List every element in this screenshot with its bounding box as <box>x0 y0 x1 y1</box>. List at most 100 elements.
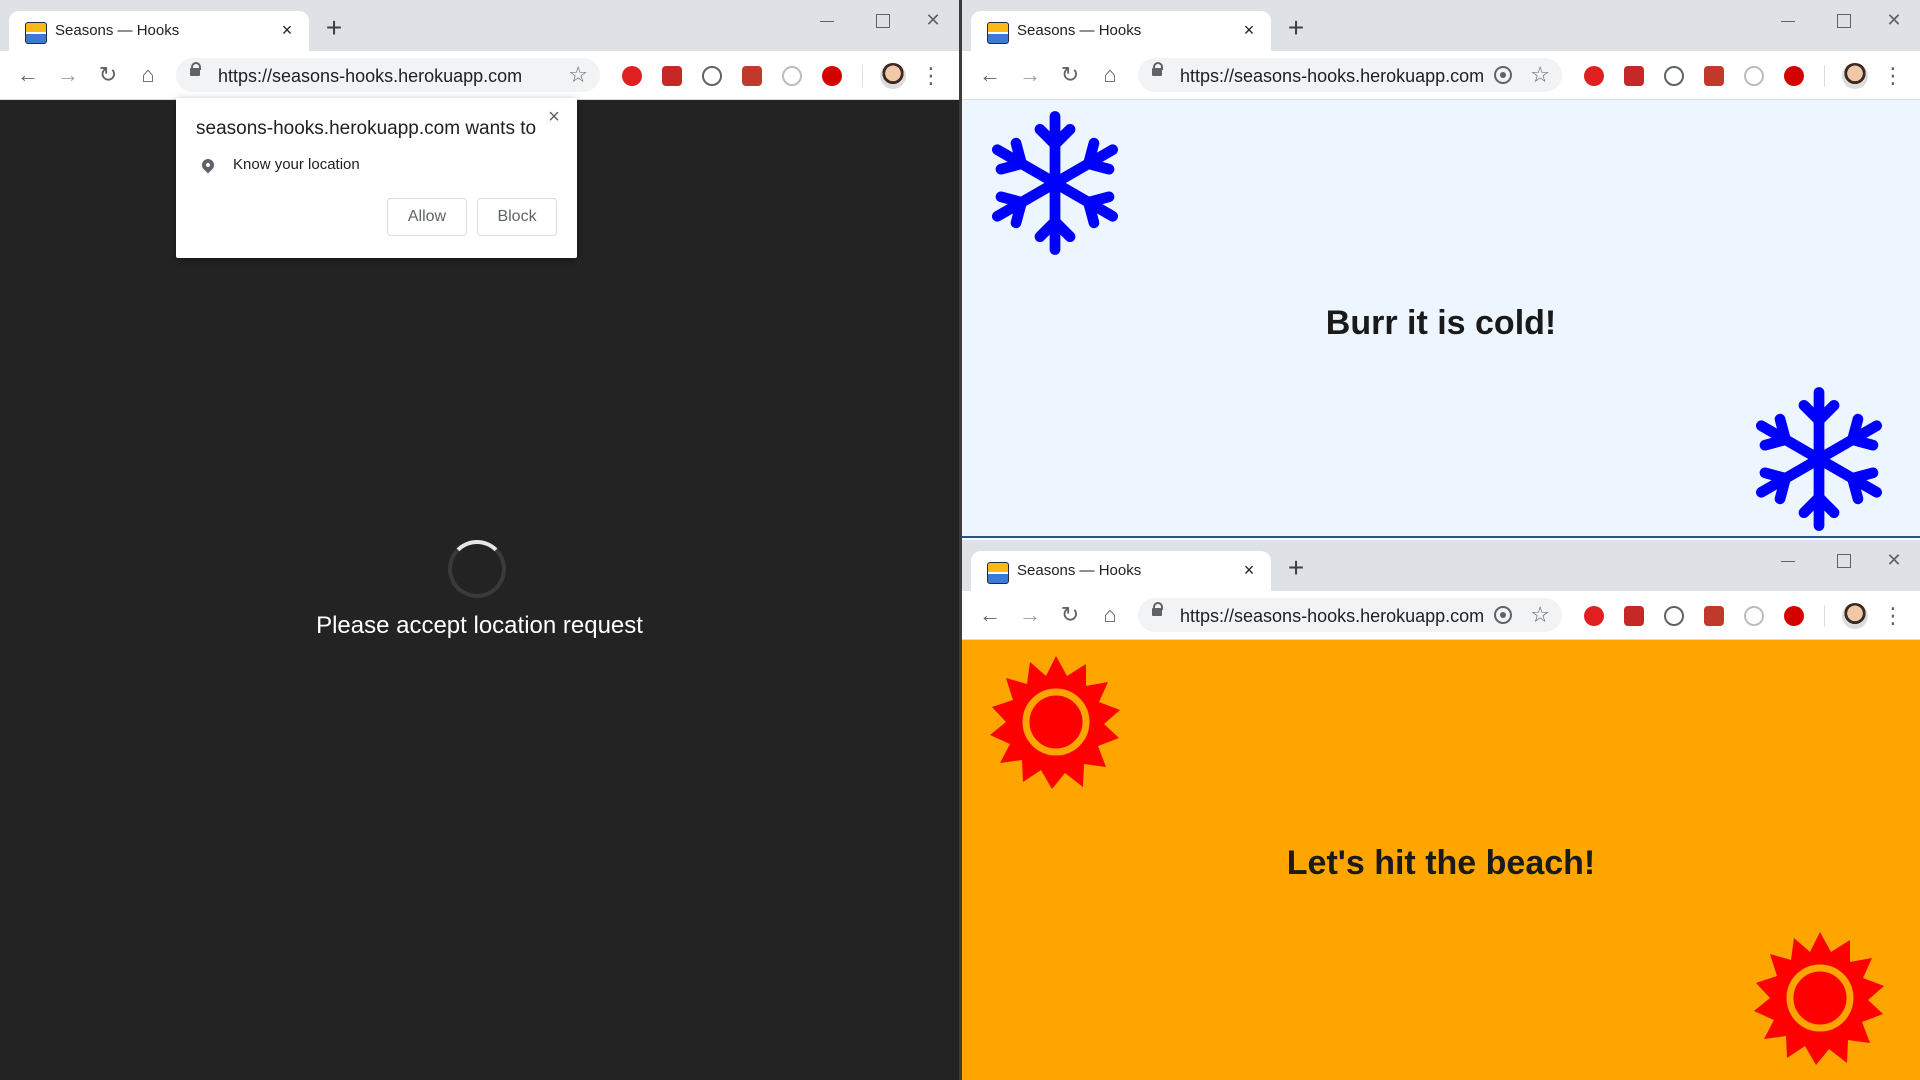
site-favicon-icon <box>987 562 1009 584</box>
extension-clock-icon[interactable] <box>1744 606 1764 626</box>
toolbar: ← → ↻ ⌂ https://seasons-hooks.herokuapp.… <box>0 51 959 100</box>
page-content-winter: Burr it is cold! <box>962 100 1920 536</box>
tab-strip: Seasons — Hooks × + ✕ <box>962 540 1920 591</box>
tab-close-icon[interactable]: × <box>1239 20 1259 40</box>
permission-title: seasons-hooks.herokuapp.com wants to <box>196 118 537 139</box>
address-bar[interactable]: https://seasons-hooks.herokuapp.com ☆ <box>1138 58 1562 92</box>
toolbar: ← → ↻ ⌂ https://seasons-hooks.herokuapp.… <box>962 51 1920 100</box>
maximize-icon[interactable] <box>863 8 903 32</box>
extension-code-icon[interactable] <box>702 66 722 86</box>
extension-vivaldi-icon[interactable] <box>1784 66 1804 86</box>
profile-avatar[interactable] <box>880 63 906 89</box>
menu-icon[interactable]: ⋮ <box>1882 63 1904 89</box>
maximize-icon[interactable] <box>1824 8 1864 32</box>
reload-icon[interactable]: ↻ <box>94 61 122 89</box>
tab-strip: Seasons — Hooks × + ✕ <box>0 0 959 51</box>
tab-seasons[interactable]: Seasons — Hooks × <box>9 11 309 51</box>
season-message: Let's hit the beach! <box>1286 844 1596 882</box>
minimize-icon[interactable] <box>1768 548 1808 572</box>
window-close-icon[interactable]: ✕ <box>913 8 953 32</box>
minimize-icon[interactable] <box>1768 8 1808 32</box>
tab-title: Seasons — Hooks <box>1017 22 1142 39</box>
tab-close-icon[interactable]: × <box>1239 560 1259 580</box>
reload-icon[interactable]: ↻ <box>1056 601 1084 629</box>
new-tab-icon[interactable]: + <box>1284 14 1308 42</box>
address-bar[interactable]: https://seasons-hooks.herokuapp.com ☆ <box>176 58 600 92</box>
url-text[interactable]: https://seasons-hooks.herokuapp.com <box>1180 606 1484 627</box>
menu-icon[interactable]: ⋮ <box>920 63 942 89</box>
toolbar-divider <box>1824 65 1825 87</box>
extension-vivaldi-icon[interactable] <box>822 66 842 86</box>
toolbar-divider <box>862 65 863 87</box>
tab-seasons[interactable]: Seasons — Hooks × <box>971 11 1271 51</box>
forward-icon[interactable]: → <box>1016 61 1044 89</box>
season-message: Burr it is cold! <box>1325 304 1557 342</box>
site-favicon-icon <box>987 22 1009 44</box>
location-indicator-icon[interactable] <box>1494 606 1512 624</box>
home-icon[interactable]: ⌂ <box>1096 61 1124 89</box>
forward-icon[interactable]: → <box>1016 601 1044 629</box>
tab-title: Seasons — Hooks <box>55 22 180 39</box>
extension-vivaldi-icon[interactable] <box>1784 606 1804 626</box>
site-favicon-icon <box>25 22 47 44</box>
extension-lastpass-icon[interactable] <box>1624 606 1644 626</box>
forward-icon[interactable]: → <box>54 61 82 89</box>
lock-icon[interactable] <box>1152 62 1163 76</box>
extension-clock-icon[interactable] <box>782 66 802 86</box>
browser-window-right-bottom: Seasons — Hooks × + ✕ ← → ↻ ⌂ https://se… <box>962 540 1920 1080</box>
window-close-icon[interactable]: ✕ <box>1874 548 1914 572</box>
maximize-icon[interactable] <box>1824 548 1864 572</box>
extension-code-icon[interactable] <box>1664 606 1684 626</box>
permission-item: Know your location <box>233 156 360 173</box>
tab-seasons[interactable]: Seasons — Hooks × <box>971 551 1271 591</box>
new-tab-icon[interactable]: + <box>1284 554 1308 582</box>
lock-icon[interactable] <box>190 62 201 76</box>
snowflake-icon <box>1755 387 1883 531</box>
extension-lastpass-icon[interactable] <box>662 66 682 86</box>
back-icon[interactable]: ← <box>976 61 1004 89</box>
extension-opera-icon[interactable] <box>622 66 642 86</box>
back-icon[interactable]: ← <box>14 61 42 89</box>
url-text[interactable]: https://seasons-hooks.herokuapp.com <box>218 66 522 87</box>
location-pin-icon <box>199 156 217 174</box>
page-content-summer: Let's hit the beach! <box>962 640 1920 1080</box>
bookmark-star-icon[interactable]: ☆ <box>1530 602 1550 628</box>
permission-popup: seasons-hooks.herokuapp.com wants to × K… <box>176 98 577 258</box>
new-tab-icon[interactable]: + <box>322 14 346 42</box>
tab-strip: Seasons — Hooks × + ✕ <box>962 0 1920 51</box>
extension-clock-icon[interactable] <box>1744 66 1764 86</box>
sun-icon <box>990 656 1120 789</box>
window-close-icon[interactable]: ✕ <box>1874 8 1914 32</box>
extension-lastpass-icon[interactable] <box>1624 66 1644 86</box>
url-text[interactable]: https://seasons-hooks.herokuapp.com <box>1180 66 1484 87</box>
location-indicator-icon[interactable] <box>1494 66 1512 84</box>
browser-window-left: Seasons — Hooks × + ✕ ← → ↻ ⌂ https://se… <box>0 0 959 1080</box>
block-button[interactable]: Block <box>477 198 557 236</box>
extension-puzzle-icon[interactable] <box>1704 606 1724 626</box>
sun-icon <box>1754 932 1884 1065</box>
bookmark-star-icon[interactable]: ☆ <box>1530 62 1550 88</box>
extension-opera-icon[interactable] <box>1584 606 1604 626</box>
tab-title: Seasons — Hooks <box>1017 562 1142 579</box>
allow-button[interactable]: Allow <box>387 198 467 236</box>
extension-code-icon[interactable] <box>1664 66 1684 86</box>
snowflake-icon <box>991 111 1119 255</box>
tab-close-icon[interactable]: × <box>277 20 297 40</box>
extension-puzzle-icon[interactable] <box>742 66 762 86</box>
bookmark-star-icon[interactable]: ☆ <box>568 62 588 88</box>
minimize-icon[interactable] <box>807 8 847 32</box>
back-icon[interactable]: ← <box>976 601 1004 629</box>
home-icon[interactable]: ⌂ <box>134 61 162 89</box>
menu-icon[interactable]: ⋮ <box>1882 603 1904 629</box>
toolbar-divider <box>1824 605 1825 627</box>
home-icon[interactable]: ⌂ <box>1096 601 1124 629</box>
toolbar: ← → ↻ ⌂ https://seasons-hooks.herokuapp.… <box>962 591 1920 640</box>
popup-close-icon[interactable]: × <box>543 106 565 128</box>
address-bar[interactable]: https://seasons-hooks.herokuapp.com ☆ <box>1138 598 1562 632</box>
extension-opera-icon[interactable] <box>1584 66 1604 86</box>
reload-icon[interactable]: ↻ <box>1056 61 1084 89</box>
lock-icon[interactable] <box>1152 602 1163 616</box>
profile-avatar[interactable] <box>1842 603 1868 629</box>
extension-puzzle-icon[interactable] <box>1704 66 1724 86</box>
profile-avatar[interactable] <box>1842 63 1868 89</box>
